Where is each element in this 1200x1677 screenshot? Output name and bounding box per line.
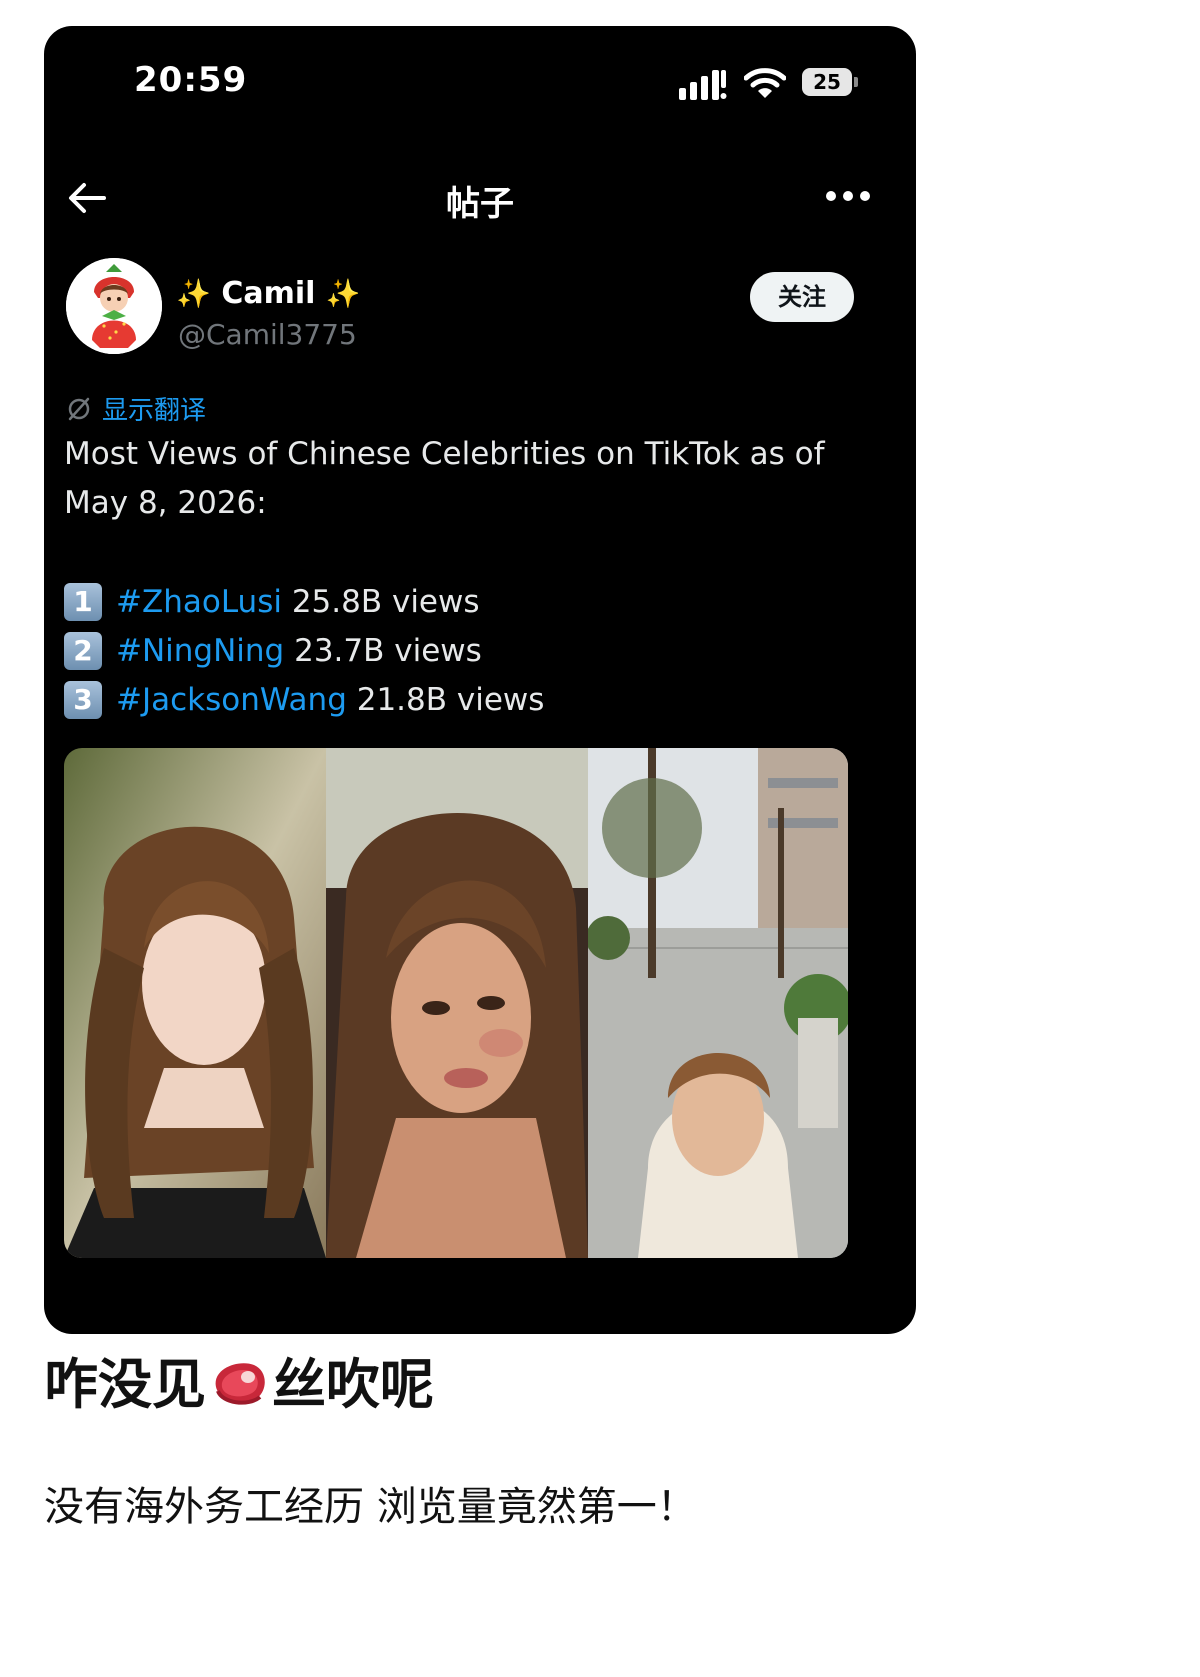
portrait-photo-icon	[64, 748, 326, 1258]
signal-icon	[679, 70, 727, 100]
caption-subtitle: 没有海外务工经历 浏览量竟然第一！	[44, 1484, 697, 1530]
list-item: 2 #NingNing 23.7B views	[64, 627, 854, 676]
portrait-photo-icon	[326, 748, 588, 1258]
hashtag-link[interactable]: #NingNing	[116, 633, 284, 669]
view-count: 23.7B views	[294, 633, 482, 669]
ranking-list: 1 #ZhaoLusi 25.8B views 2 #NingNing 23.7B …	[64, 578, 854, 725]
view-count: 21.8B views	[356, 682, 545, 718]
keycap-number-badge: 3	[64, 680, 102, 719]
more-horizontal-icon[interactable]	[824, 188, 872, 204]
hashtag-link[interactable]: #JacksonWang	[116, 682, 347, 718]
show-translation-link[interactable]: 显示翻译	[102, 396, 206, 426]
caption-title: 咋没见 丝吹呢	[44, 1340, 434, 1419]
post-text: Most Views of Chinese Celebrities on Tik…	[64, 436, 825, 521]
translate-icon	[68, 397, 90, 420]
translate-row[interactable]: 显示翻译	[66, 390, 206, 426]
steak-emoji-icon	[215, 1363, 265, 1405]
author-display-name[interactable]: ✨ Camil ✨	[176, 276, 361, 311]
list-item: 3 #JacksonWang 21.8B views	[64, 676, 854, 725]
post-author: ✨ Camil ✨ @Camil3775 关注	[66, 258, 896, 368]
battery-indicator: 25	[802, 68, 858, 96]
sparkle-icon: ✨	[176, 277, 211, 310]
list-item: 1 #ZhaoLusi 25.8B views	[64, 578, 854, 627]
avatar[interactable]	[66, 258, 162, 354]
caption-title-part2: 丝吹呢	[272, 1353, 434, 1416]
follow-button[interactable]: 关注	[750, 272, 854, 322]
wifi-icon	[744, 68, 786, 98]
nav-bar: 帖子	[44, 166, 916, 236]
sparkle-icon: ✨	[325, 277, 361, 310]
caption-title-part1: 咋没见	[44, 1353, 206, 1416]
author-handle[interactable]: @Camil3775	[178, 318, 357, 351]
portrait-photo-icon	[588, 748, 848, 1258]
photo-2[interactable]	[326, 748, 588, 1258]
view-count: 25.8B views	[291, 584, 480, 620]
keycap-number-badge: 1	[64, 582, 102, 621]
media-gallery	[64, 748, 848, 1258]
page-title: 帖子	[446, 184, 514, 224]
keycap-number-badge: 2	[64, 631, 102, 670]
status-time: 20:59	[134, 60, 248, 100]
hashtag-link[interactable]: #ZhaoLusi	[116, 584, 282, 620]
photo-3[interactable]	[588, 748, 848, 1258]
status-bar: 20:59 25	[44, 26, 916, 146]
phone-screenshot: 20:59 25 帖子 ✨ Camil ✨ @Camil3775 关注 显示翻译…	[44, 26, 916, 1334]
author-name-text: Camil	[221, 276, 316, 311]
photo-1[interactable]	[64, 748, 326, 1258]
strawberry-girl-avatar-icon	[66, 258, 162, 354]
